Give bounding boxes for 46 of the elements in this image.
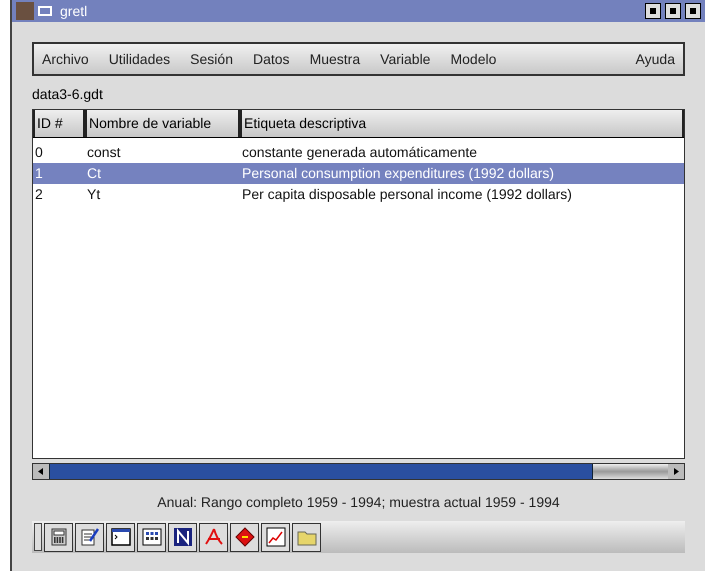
table-cell-text: constante generada automáticamente [241,143,478,162]
maximize-button[interactable] [665,3,681,19]
menu-item[interactable]: Utilidades [108,48,170,70]
toolbar-button[interactable] [75,522,104,552]
column-header[interactable]: Nombre de variable [85,110,240,137]
minimize-button[interactable] [645,3,661,19]
toolbar-button[interactable] [261,522,290,552]
menu-item[interactable]: Archivo [42,48,89,70]
menu-item[interactable]: Sesión [190,48,233,70]
table-cell-text: Per capita disposable personal income (1992 dollars) [241,185,573,204]
app-icon [16,2,34,20]
window-title: gretl [59,2,88,21]
table-row[interactable]: 1 Ct Personal consumption expenditures (1992 dollars) [33,163,684,184]
terminal-icon [110,526,132,548]
toolbar-button[interactable] [199,522,228,552]
table-cell-text: 0 [34,143,44,162]
menu-item[interactable]: Modelo [450,48,496,70]
dataset-filename: data3-6.gdt [32,85,103,104]
toolbar-button[interactable] [137,522,166,552]
toolbar-button[interactable] [168,522,197,552]
table-cell-text: const [86,143,122,162]
menu-item[interactable]: Ayuda [636,48,675,70]
column-header[interactable]: ID # [33,110,85,137]
horizontal-scrollbar[interactable] [32,463,685,480]
table-cell-text: Personal consumption expenditures (1992 dollars) [241,164,556,183]
notepad-pencil-icon [78,526,100,548]
menu-item[interactable]: Variable [380,48,430,70]
table-cell-text: 1 [34,164,44,183]
toolbar-button[interactable] [292,522,321,552]
toolbar-handle[interactable] [34,523,42,551]
table-row[interactable]: 2 Yt Per capita disposable personal income (1992 dollars) [33,184,684,205]
table-cell-text: Ct [86,164,102,183]
column-header[interactable]: Etiqueta descriptiva [240,110,684,137]
toolbar-button[interactable] [44,522,73,552]
close-button[interactable] [685,3,701,19]
toolbar-button[interactable] [106,522,135,552]
status-text: Anual: Rango completo 1959 - 1994; muestra actual 1959 - 1994 [156,493,561,512]
menu-item[interactable]: Muestra [310,48,360,70]
scroll-thumb[interactable] [49,464,593,479]
table-cell-text: 2 [34,185,44,204]
toolbar-button[interactable] [230,522,259,552]
grid-icon [140,526,162,548]
chart-icon [264,526,286,548]
table-cell-text: Yt [86,185,102,204]
menu-item[interactable]: Datos [252,48,290,70]
table-row[interactable]: 0 const constante generada automáticamente [33,142,684,163]
